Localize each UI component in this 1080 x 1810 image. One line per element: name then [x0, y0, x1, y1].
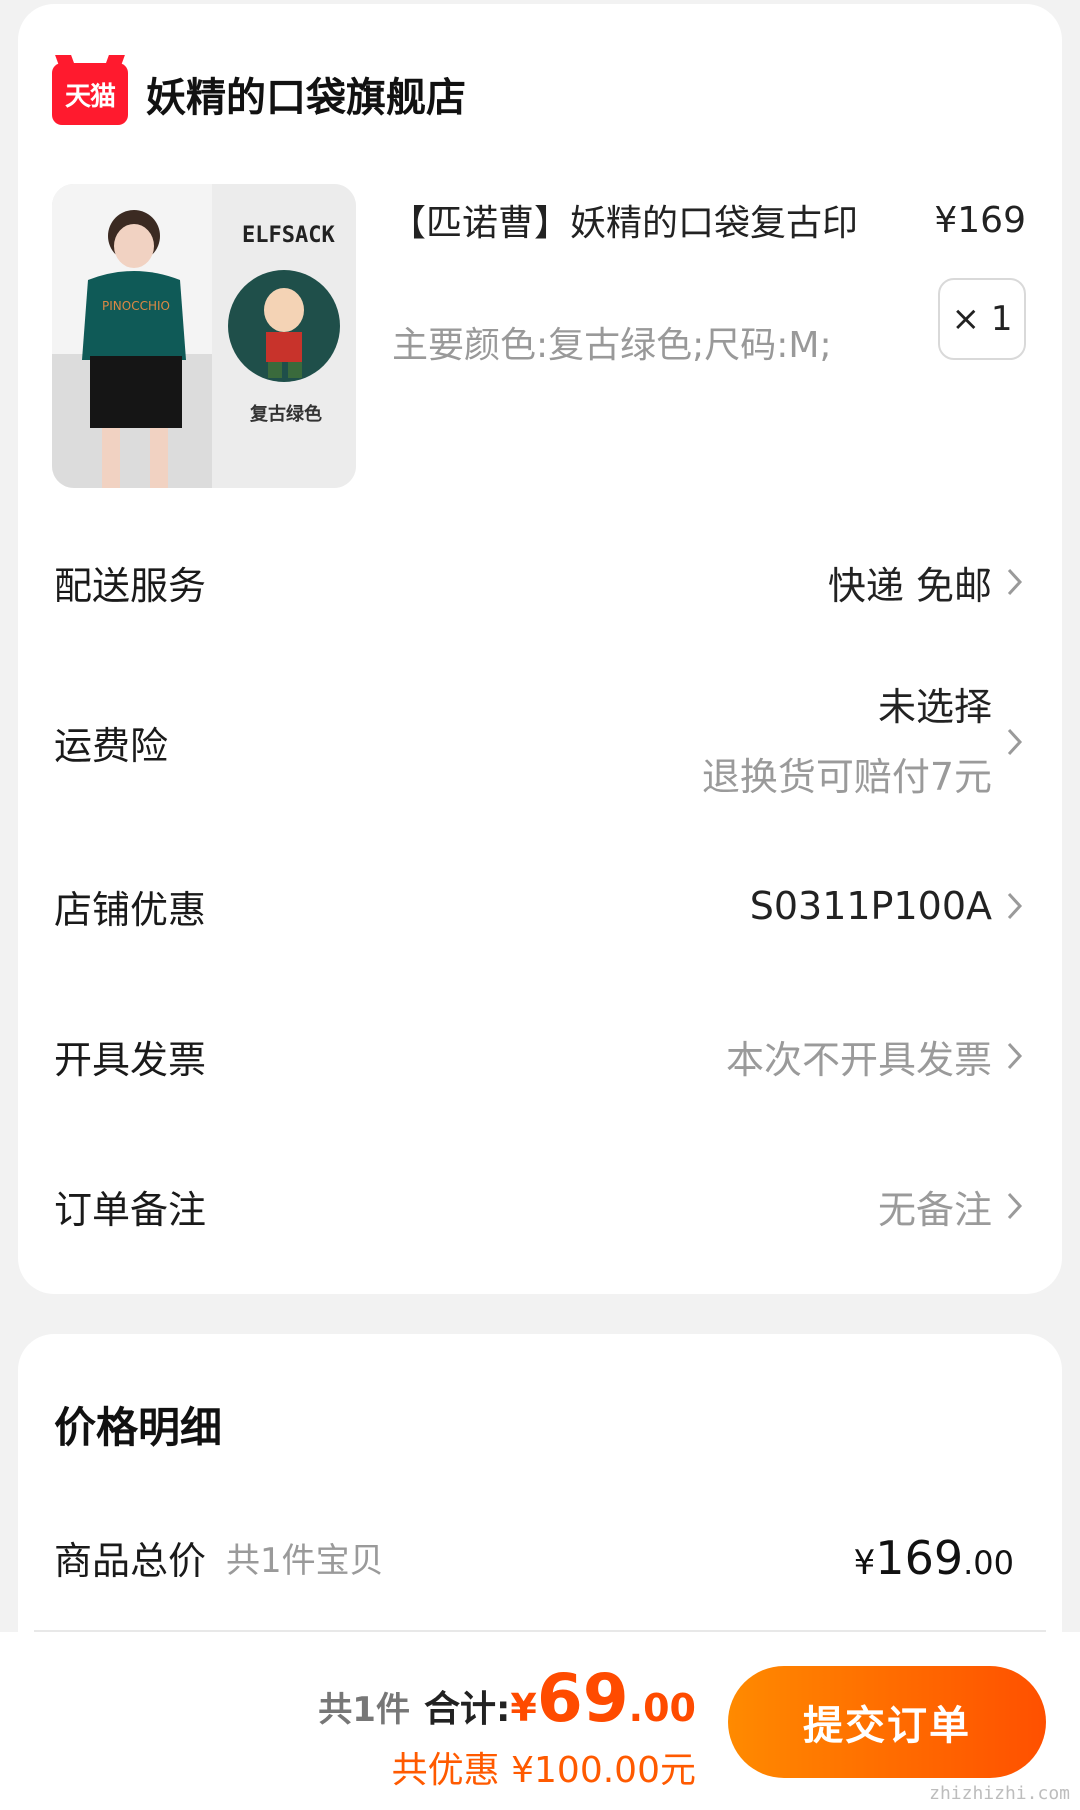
brand-caption: ELFSACK: [242, 223, 335, 248]
total-integer: 69: [536, 1660, 629, 1737]
delivery-label: 配送服务: [54, 563, 207, 608]
total-decimal: .00: [628, 1686, 696, 1730]
tmall-logo-text: 天猫: [64, 81, 116, 112]
store-name[interactable]: 妖精的口袋旗舰店: [146, 65, 466, 123]
store-header[interactable]: 天猫 妖精的口袋旗舰店: [52, 62, 466, 126]
chevron-right-icon: [1007, 1192, 1023, 1220]
quantity-value: × 1: [951, 299, 1013, 339]
chevron-right-icon: [1007, 892, 1023, 920]
order-summary: 共1件 合计: ¥69.00 共优惠 ¥100.00元: [318, 1660, 696, 1793]
shirt-print-text: PINOCCHIO: [102, 299, 170, 313]
total-currency: ¥: [510, 1686, 537, 1730]
shipping-insurance-label: 运费险: [54, 723, 169, 768]
goods-total-decimal: .00: [963, 1543, 1014, 1582]
order-note-label: 订单备注: [54, 1187, 207, 1232]
delivery-value: 快递 免邮: [827, 563, 992, 608]
total-label: 合计:: [423, 1689, 511, 1730]
chevron-right-icon: [1007, 568, 1023, 596]
store-coupon-row[interactable]: 店铺优惠 S0311P100A: [54, 866, 1026, 946]
invoice-row[interactable]: 开具发票 本次不开具发票: [54, 1016, 1026, 1096]
product-title[interactable]: 【匹诺曹】妖精的口袋复古印: [390, 194, 858, 246]
product-image[interactable]: PINOCCHIO ELFSACK 复古绿色: [52, 184, 356, 488]
goods-total-integer: 169: [875, 1530, 964, 1585]
goods-total-label: 商品总价: [54, 1539, 207, 1583]
invoice-label: 开具发票: [54, 1037, 207, 1082]
goods-total-amount: ¥169.00: [854, 1531, 1014, 1585]
goods-total-row: 商品总价 共1件宝贝 ¥169.00: [54, 1530, 1026, 1585]
delivery-row[interactable]: 配送服务 快递 免邮: [54, 542, 1026, 622]
color-caption: 复古绿色: [249, 403, 322, 425]
order-note-row[interactable]: 订单备注 无备注: [54, 1166, 1026, 1246]
invoice-value: 本次不开具发票: [725, 1037, 992, 1082]
product-price: ¥169: [934, 200, 1026, 241]
product-sku[interactable]: 主要颜色:复古绿色;尺码:M;: [392, 316, 832, 368]
checkout-bar: 共1件 合计: ¥69.00 共优惠 ¥100.00元 提交订单 zhizhiz…: [0, 1632, 1080, 1810]
chevron-right-icon: [1007, 728, 1023, 756]
shipping-insurance-row[interactable]: 运费险 未选择 退换货可赔付7元: [54, 662, 1026, 822]
item-count: 共1件: [318, 1690, 410, 1730]
chevron-right-icon: [1007, 1042, 1023, 1070]
store-coupon-value: S0311P100A: [749, 884, 992, 928]
product-image-illustration: PINOCCHIO ELFSACK 复古绿色: [52, 184, 356, 488]
shipping-insurance-value: 未选择: [877, 685, 992, 729]
order-card: 天猫 妖精的口袋旗舰店 PINOCCHIO ELFSACK 复古绿色 【匹诺曹】…: [18, 4, 1062, 1294]
discount-total: 共优惠 ¥100.00元: [391, 1750, 696, 1791]
watermark: zhizhizhi.com: [929, 1783, 1070, 1804]
shipping-insurance-sub: 退换货可赔付7元: [701, 755, 992, 799]
goods-total-currency: ¥: [853, 1542, 876, 1583]
tmall-logo: 天猫: [52, 63, 128, 125]
quantity-stepper[interactable]: × 1: [938, 278, 1026, 360]
order-note-value: 无备注: [877, 1187, 992, 1232]
submit-order-button[interactable]: 提交订单: [728, 1666, 1046, 1778]
store-coupon-label: 店铺优惠: [54, 887, 207, 932]
goods-total-count: 共1件宝贝: [226, 1541, 384, 1581]
price-details-title: 价格明细: [54, 1403, 223, 1452]
